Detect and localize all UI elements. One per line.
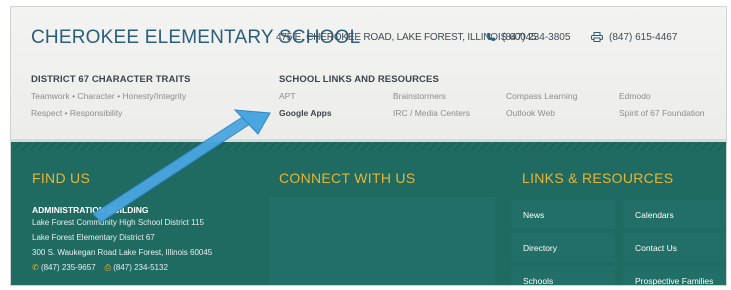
admin-address-line: Lake Forest Elementary District 67 xyxy=(32,233,155,242)
character-traits-line: Teamwork • Character • Honesty/Integrity xyxy=(31,91,187,101)
find-us-title: FIND US xyxy=(32,170,91,186)
link-edmodo[interactable]: Edmodo xyxy=(619,91,651,101)
link-brainstormers[interactable]: Brainstormers xyxy=(393,91,446,101)
footer-link-directory[interactable]: Directory xyxy=(511,233,615,262)
admin-fax: (847) 234-5132 xyxy=(113,263,168,272)
footer-link-contact-us[interactable]: Contact Us xyxy=(623,233,726,262)
link-spirit-of-67[interactable]: Spirit of 67 Foundation xyxy=(619,108,705,118)
link-irc-media-centers[interactable]: IRC / Media Centers xyxy=(393,108,470,118)
site-footer-screenshot: CHEROKEE ELEMENTARY SCHOOL 475 E. CHEROK… xyxy=(10,6,727,286)
printer-icon xyxy=(591,32,603,43)
school-phone-number: (847) 234-3805 xyxy=(502,32,571,43)
admin-phone-numbers: ✆ (847) 235-9657 ⎙ (847) 234-5132 xyxy=(32,263,168,273)
link-outlook-web[interactable]: Outlook Web xyxy=(506,108,555,118)
admin-address-line: Lake Forest Community High School Distri… xyxy=(32,218,204,227)
connect-title: CONNECT WITH US xyxy=(279,170,416,186)
link-compass-learning[interactable]: Compass Learning xyxy=(506,91,577,101)
school-fax: (847) 615-4467 xyxy=(591,32,677,43)
admin-address-line: 300 S. Waukegan Road Lake Forest, Illino… xyxy=(32,248,213,257)
footer-link-schools[interactable]: Schools xyxy=(511,266,615,285)
links-resources-title: LINKS & RESOURCES xyxy=(522,170,674,186)
footer-link-news[interactable]: News xyxy=(511,200,615,229)
school-fax-number: (847) 615-4467 xyxy=(609,32,678,43)
phone-icon xyxy=(487,33,495,42)
footer-pattern-band xyxy=(11,142,726,150)
character-traits-line: Respect • Responsibility xyxy=(31,108,123,118)
link-apt[interactable]: APT xyxy=(279,91,296,101)
link-google-apps[interactable]: Google Apps xyxy=(279,108,332,118)
admin-building-heading: ADMINISTRATION BUILDING xyxy=(32,205,149,215)
admin-phone[interactable]: (847) 235-9657 xyxy=(41,263,96,272)
phone-icon: ✆ xyxy=(32,263,39,272)
connect-social-widget[interactable] xyxy=(269,197,495,285)
footer-link-calendars[interactable]: Calendars xyxy=(623,200,726,229)
school-phone[interactable]: (847) 234-3805 xyxy=(486,32,570,43)
school-links-heading: SCHOOL LINKS AND RESOURCES xyxy=(279,74,439,85)
character-traits-heading: DISTRICT 67 CHARACTER TRAITS xyxy=(31,74,191,85)
footer-link-prospective-families[interactable]: Prospective Families xyxy=(623,266,726,285)
printer-icon: ⎙ xyxy=(104,263,111,272)
